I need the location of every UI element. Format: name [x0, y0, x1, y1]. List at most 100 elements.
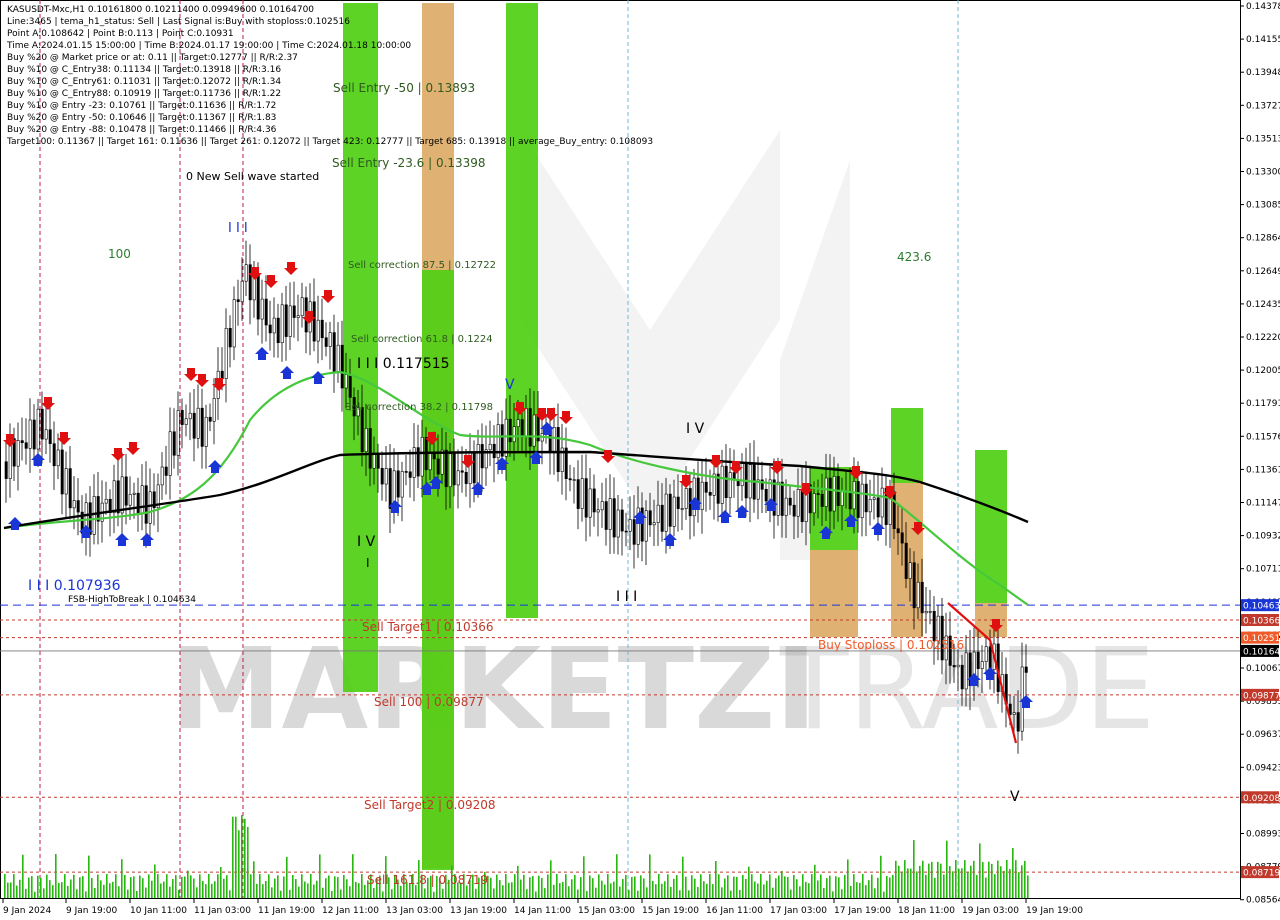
candle-body	[568, 478, 572, 481]
volume-bar	[604, 884, 606, 898]
volume-bar	[628, 889, 630, 898]
volume-bar	[262, 884, 264, 898]
candle-body	[200, 407, 204, 447]
x-tick-label: 17 Jan 03:00	[770, 906, 827, 916]
candle-body	[960, 664, 964, 690]
candle-body	[608, 498, 612, 530]
candle-body	[840, 490, 844, 507]
volume-bar	[343, 874, 345, 898]
volume-bar	[742, 875, 744, 898]
info-line: Line:3465 | tema_h1_status: Sell | Last …	[7, 17, 350, 27]
volume-bar	[475, 888, 477, 898]
volume-bar	[685, 876, 687, 898]
volume-bar	[193, 878, 195, 898]
volume-bar	[715, 861, 717, 898]
volume-bar	[322, 887, 324, 898]
volume-bar	[610, 883, 612, 898]
volume-bar	[352, 854, 354, 898]
volume-bar	[67, 885, 69, 898]
volume-bar	[337, 877, 339, 898]
candle-body	[916, 581, 920, 609]
volume-bar	[433, 891, 435, 898]
candle-body	[524, 408, 528, 438]
candle-body	[576, 479, 580, 509]
candle-body	[708, 491, 712, 496]
candle-body	[64, 468, 68, 495]
x-tick-label: 9 Jan 2024	[3, 906, 51, 916]
volume-bar	[208, 874, 210, 898]
volume-bar	[937, 861, 939, 898]
candle-body	[660, 504, 664, 532]
candle-body	[812, 493, 816, 514]
candle-body	[400, 471, 404, 498]
volume-bar	[775, 878, 777, 898]
y-tick-label: 0.11791	[1246, 399, 1280, 409]
candle-body	[984, 646, 988, 662]
candle-body	[212, 398, 216, 422]
candle-body	[208, 416, 212, 422]
candle-body	[848, 491, 852, 510]
volume-bar	[601, 880, 603, 898]
candle-body	[724, 465, 728, 499]
annotation-label: 423.6	[897, 250, 931, 264]
candle-body	[488, 443, 492, 451]
candle-body	[896, 528, 900, 534]
y-tick-label: 0.12864	[1246, 234, 1280, 244]
candle-body	[476, 444, 480, 484]
volume-bar	[118, 886, 120, 898]
volume-bar	[229, 890, 231, 898]
annotation-label: I	[366, 556, 370, 570]
candle-body	[328, 332, 332, 347]
x-tick-label: 19 Jan 19:00	[1026, 906, 1083, 916]
volume-bar	[466, 885, 468, 898]
volume-bar	[79, 877, 81, 898]
candle-body	[924, 611, 928, 614]
candle-body	[260, 298, 264, 320]
volume-bar	[589, 875, 591, 898]
candle-body	[112, 480, 116, 514]
volume-bar	[949, 866, 951, 898]
volume-bar	[340, 889, 342, 898]
candle-body	[864, 483, 868, 513]
candle-body	[932, 611, 936, 642]
candle-body	[28, 419, 32, 449]
candle-body	[312, 301, 316, 342]
volume-bar	[784, 876, 786, 898]
candle-body	[244, 264, 248, 282]
info-line: Buy %10 @ C_Entry88: 0.10919 || Target:0…	[7, 89, 282, 99]
volume-bar	[865, 885, 867, 898]
candle-body	[220, 370, 224, 379]
candle-body	[912, 562, 916, 609]
candle-body	[384, 468, 388, 485]
candle-body	[32, 419, 36, 450]
candle-body	[92, 496, 96, 535]
price-label-text: 0.10463	[1243, 602, 1280, 612]
sell-arrow	[184, 368, 198, 381]
info-line: Buy %10 @ C_Entry61: 0.11031 || Target:0…	[7, 77, 282, 87]
candle-body	[792, 504, 796, 517]
candle-body	[288, 305, 292, 337]
candle-body	[196, 407, 200, 439]
volume-bar	[829, 875, 831, 898]
y-tick-label: 0.10067	[1246, 664, 1280, 674]
candle-body	[240, 280, 244, 302]
volume-bar	[37, 875, 39, 898]
volume-bar	[517, 865, 519, 898]
level-label: FSB-HighToBreak | 0.104634	[68, 595, 196, 605]
candle-body	[168, 431, 172, 476]
volume-bar	[586, 891, 588, 898]
volume-bar	[637, 890, 639, 898]
volume-bar	[706, 883, 708, 898]
volume-bar	[979, 843, 981, 898]
volume-bar	[967, 871, 969, 898]
candle-body	[740, 463, 744, 487]
volume-bar	[556, 874, 558, 898]
volume-bar	[940, 863, 942, 898]
volume-bar	[415, 885, 417, 898]
volume-bar	[226, 875, 228, 898]
volume-bar	[673, 878, 675, 898]
volume-bar	[166, 874, 168, 898]
volume-bar	[289, 889, 291, 898]
volume-bar	[235, 816, 237, 898]
volume-bar	[202, 880, 204, 898]
